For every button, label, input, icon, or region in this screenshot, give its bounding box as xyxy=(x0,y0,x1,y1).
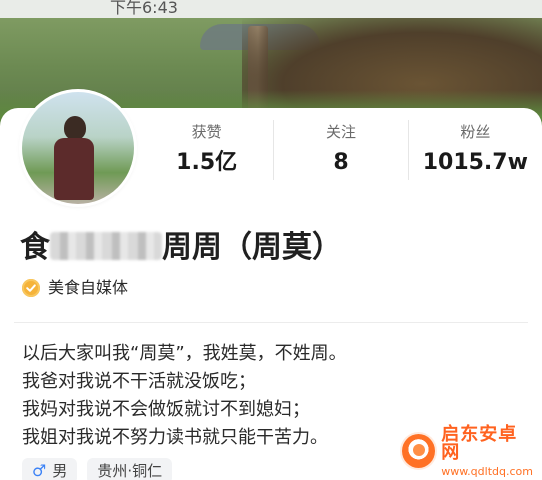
status-time: 下午6:43 xyxy=(110,0,178,17)
verification-text: 美食自媒体 xyxy=(48,278,129,297)
stat-likes-label: 获赞 xyxy=(191,123,222,141)
avatar-person-body xyxy=(54,138,94,200)
location-tag-label: 贵州·铜仁 xyxy=(97,462,163,480)
profile-stats: 获赞 1.5亿 关注 8 粉丝 1015.7w xyxy=(140,120,542,180)
verification-row: 美食自媒体 xyxy=(22,278,128,298)
site-watermark: 启东安卓网 www.qdltdq.com xyxy=(402,425,534,477)
avatar[interactable] xyxy=(22,92,134,204)
bio-line-3: 我妈对我说不会做饭就讨不到媳妇； xyxy=(22,399,310,420)
profile-tags: ♂ 男 贵州·铜仁 xyxy=(22,458,173,480)
bio-line-1: 以后大家叫我“周莫”，我姓莫，不姓周。 xyxy=(22,343,347,364)
stat-following[interactable]: 关注 8 xyxy=(273,120,407,180)
watermark-texts: 启东安卓网 www.qdltdq.com xyxy=(441,423,534,478)
watermark-url: www.qdltdq.com xyxy=(441,464,533,478)
stat-likes[interactable]: 获赞 1.5亿 xyxy=(140,120,273,180)
profile-name-suffix: 周周（周莫） xyxy=(162,230,342,265)
watermark-logo-icon xyxy=(402,434,436,468)
profile-page: 下午6:43 获赞 1.5亿 关注 8 粉丝 1015.7w 食 周周（周莫） 美… xyxy=(0,0,542,480)
status-bar: 下午6:43 xyxy=(0,0,542,18)
profile-name-prefix: 食 xyxy=(20,230,50,265)
stat-followers[interactable]: 粉丝 1015.7w xyxy=(407,120,542,180)
stat-followers-label: 粉丝 xyxy=(460,123,491,141)
watermark-title: 启东安卓网 xyxy=(441,423,518,463)
verified-badge-icon xyxy=(22,279,40,297)
location-tag[interactable]: 贵州·铜仁 xyxy=(87,458,173,480)
profile-name: 食 周周（周莫） xyxy=(20,228,342,268)
stat-following-value: 8 xyxy=(333,150,349,175)
stat-following-label: 关注 xyxy=(325,123,356,141)
male-icon: ♂ xyxy=(32,461,47,480)
gender-tag[interactable]: ♂ 男 xyxy=(22,458,78,480)
stat-followers-value: 1015.7w xyxy=(422,150,528,175)
section-divider xyxy=(14,322,528,323)
bio-line-2: 我爸对我说不干活就没饭吃； xyxy=(22,371,256,392)
gender-tag-label: 男 xyxy=(52,462,68,480)
stat-likes-value: 1.5亿 xyxy=(176,150,238,175)
avatar-person-head xyxy=(64,116,86,140)
name-blur-mask xyxy=(50,232,162,260)
